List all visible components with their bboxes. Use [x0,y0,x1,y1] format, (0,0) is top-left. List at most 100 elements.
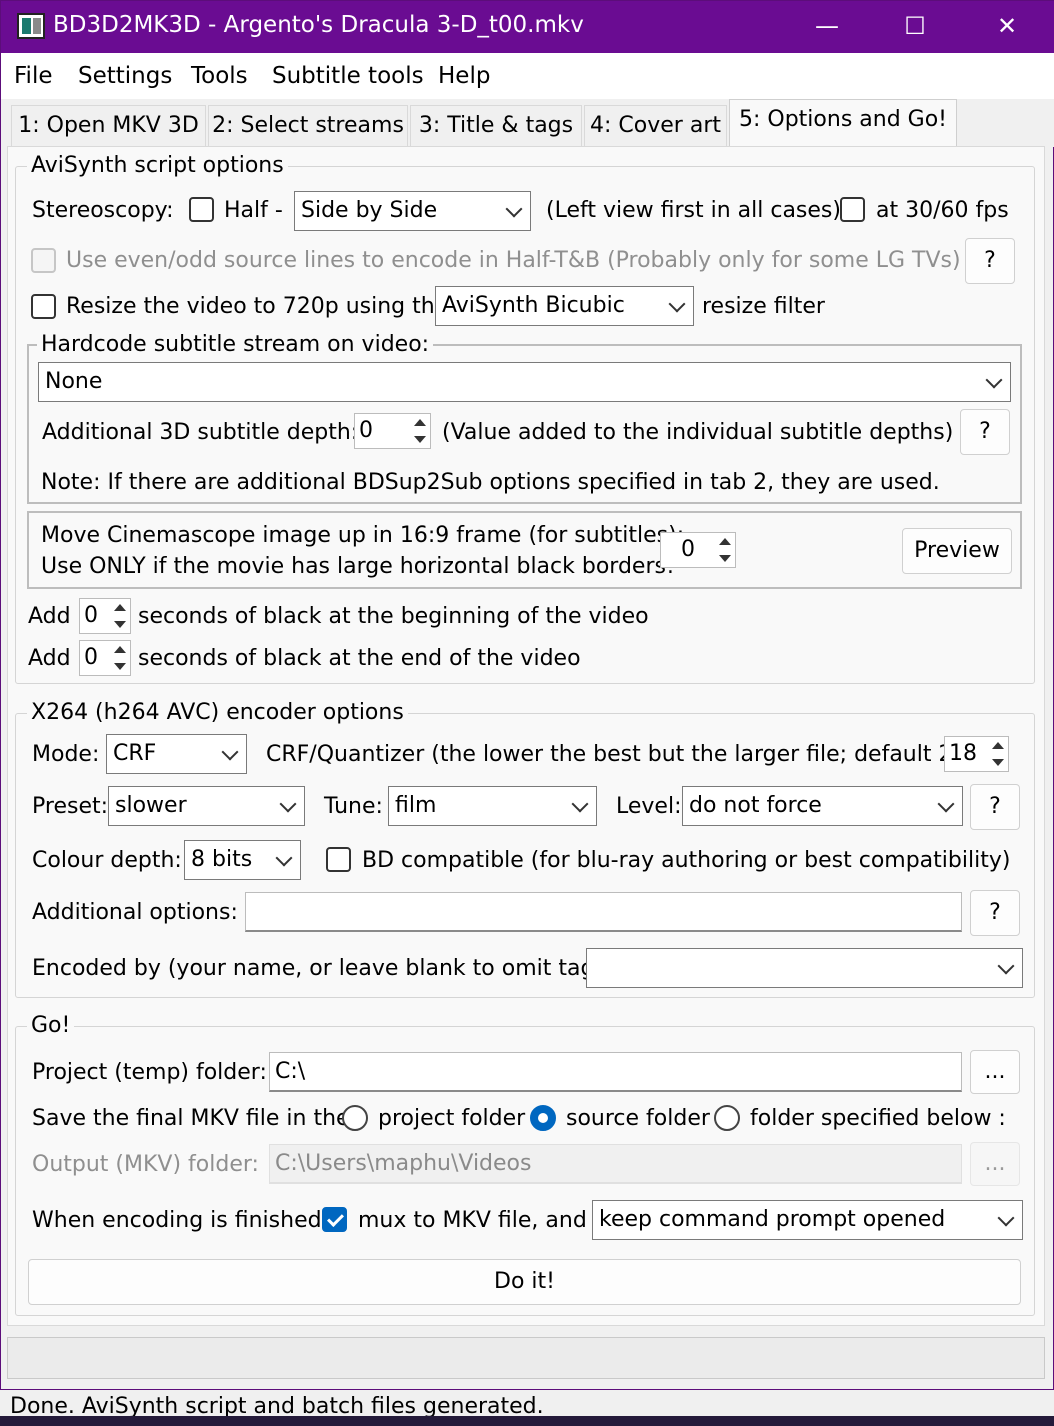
tab-select-streams[interactable]: 2: Select streams [208,105,408,147]
background-strip [0,1416,1054,1426]
subtitle-stream-select[interactable]: None [38,362,1011,402]
mode-select[interactable]: CRF [106,734,247,774]
finish-label: When encoding is finished [32,1208,322,1233]
tab-options-go[interactable]: 5: Options and Go! [729,99,957,147]
mux-checkbox[interactable] [322,1207,347,1232]
project-folder-label: Project (temp) folder: [32,1060,267,1085]
menu-file[interactable]: File [14,63,53,89]
radio-project-folder-label: project folder [378,1106,526,1131]
chevron-down-icon [985,371,1003,389]
black-end-text: seconds of black at the end of the video [138,646,581,671]
menu-tools[interactable]: Tools [191,63,248,89]
chevron-down-icon [571,795,589,813]
spinner-arrows-icon[interactable] [110,601,128,631]
colour-depth-value: 8 bits [191,847,253,872]
go-group-title: Go! [27,1013,75,1038]
radio-specified-folder[interactable] [714,1105,740,1131]
radio-specified-folder-label: folder specified below : [750,1106,1006,1131]
x264-group-title: X264 (h264 AVC) encoder options [27,700,408,725]
spinner-arrows-icon[interactable] [410,416,428,446]
close-button[interactable]: ✕ [961,1,1053,53]
preview-button[interactable]: Preview [902,528,1012,574]
bdsup2sub-note: Note: If there are additional BDSup2Sub … [41,470,940,495]
cinemascope-line1: Move Cinemascope image up in 16:9 frame … [41,523,685,548]
radio-source-folder[interactable] [530,1105,556,1131]
tab-open-mkv[interactable]: 1: Open MKV 3D [11,105,206,147]
encoded-by-label: Encoded by (your name, or leave blank to… [32,956,611,981]
add-begin-label: Add [28,604,71,629]
app-3d-icon [17,13,45,39]
fps-checkbox[interactable] [840,197,865,222]
level-help-button[interactable]: ? [970,784,1020,830]
app-window: BD3D2MK3D - Argento's Dracula 3-D_t00.mk… [0,0,1054,1390]
preset-value: slower [115,793,187,818]
radio-project-folder[interactable] [342,1105,368,1131]
colour-depth-select[interactable]: 8 bits [184,840,301,880]
maximize-button[interactable]: ☐ [869,1,961,53]
stereo-mode-select[interactable]: Side by Side [294,191,531,231]
output-folder-browse-button: ... [970,1142,1020,1186]
project-folder-input[interactable]: C:\ [269,1052,962,1092]
spinner-arrows-icon[interactable] [110,643,128,673]
level-label: Level: [616,794,682,819]
subtitle-depth-label: Additional 3D subtitle depth: [42,420,359,445]
additional-options-label: Additional options: [32,900,238,925]
black-begin-spinner[interactable]: 0 [79,598,131,634]
additional-options-input[interactable] [245,892,962,932]
project-folder-browse-button[interactable]: ... [970,1050,1020,1094]
subtitle-depth-value: 0 [359,418,373,443]
after-action-select[interactable]: keep command prompt opened [592,1200,1023,1240]
subtitle-depth-help-button[interactable]: ? [960,409,1010,455]
colour-depth-label: Colour depth: [32,848,182,873]
tune-value: film [395,793,437,818]
evenodd-help-button[interactable]: ? [965,238,1015,284]
tune-select[interactable]: film [388,786,597,826]
subtitle-stream-value: None [45,369,103,394]
window-title: BD3D2MK3D - Argento's Dracula 3-D_t00.mk… [53,12,584,38]
tab-cover-art[interactable]: 4: Cover art [584,105,727,147]
resize-filter-select[interactable]: AviSynth Bicubic [435,286,694,326]
resize-suffix: resize filter [702,294,825,319]
resize-filter-value: AviSynth Bicubic [442,293,625,318]
mode-value: CRF [113,741,157,766]
left-view-note: (Left view first in all cases) [546,198,841,223]
spinner-arrows-icon[interactable] [715,535,733,565]
additional-options-help-button[interactable]: ? [970,890,1020,936]
stereo-mode-value: Side by Side [301,198,438,223]
output-folder-input: C:\Users\maphu\Videos [269,1144,962,1184]
subtitle-depth-spinner[interactable]: 0 [354,413,431,449]
menu-help[interactable]: Help [438,63,490,89]
preset-label: Preset: [32,794,109,819]
add-end-label: Add [28,646,71,671]
stereoscopy-label: Stereoscopy: [32,198,174,223]
output-folder-label: Output (MKV) folder: [32,1152,259,1177]
cinemascope-spinner[interactable]: 0 [660,532,736,568]
black-begin-value: 0 [84,603,98,628]
menu-subtitle-tools[interactable]: Subtitle tools [272,63,424,89]
half-checkbox[interactable] [189,197,214,222]
mux-label: mux to MKV file, and [358,1208,587,1233]
black-begin-text: seconds of black at the beginning of the… [138,604,649,629]
chevron-down-icon [505,200,523,218]
black-end-spinner[interactable]: 0 [79,640,131,676]
crf-spinner[interactable]: 18 [944,736,1009,772]
encoded-by-select[interactable] [586,948,1023,988]
level-select[interactable]: do not force [682,786,963,826]
resize-checkbox[interactable] [31,294,56,319]
after-action-value: keep command prompt opened [599,1207,946,1232]
title-bar[interactable]: BD3D2MK3D - Argento's Dracula 3-D_t00.mk… [1,1,1054,53]
spinner-arrows-icon[interactable] [988,739,1006,769]
radio-source-folder-label: source folder [566,1106,710,1131]
menu-bar: File Settings Tools Subtitle tools Help [1,53,1054,99]
bd-compatible-label: BD compatible (for blu-ray authoring or … [362,848,1011,873]
menu-settings[interactable]: Settings [78,63,172,89]
minimize-button[interactable]: — [781,1,873,53]
black-end-value: 0 [84,645,98,670]
preset-select[interactable]: slower [108,786,305,826]
hardcode-group-title: Hardcode subtitle stream on video: [37,332,434,357]
chevron-down-icon [937,795,955,813]
tab-title-tags[interactable]: 3: Title & tags [410,105,582,147]
do-it-button[interactable]: Do it! [28,1259,1021,1305]
save-location-label: Save the final MKV file in the [32,1106,350,1131]
bd-compatible-checkbox[interactable] [326,847,351,872]
